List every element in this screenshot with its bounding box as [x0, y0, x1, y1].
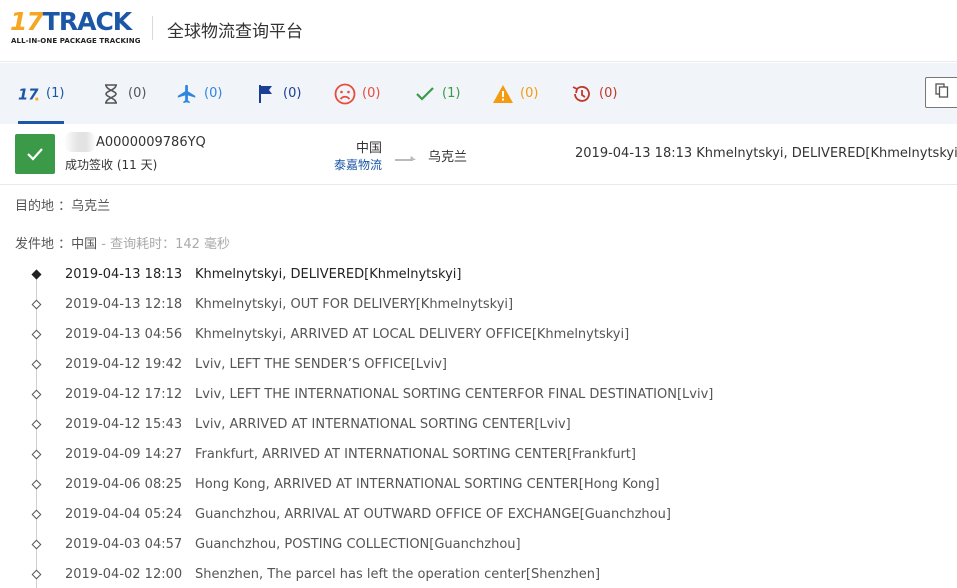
- timeline-diamond-icon: [31, 419, 42, 430]
- tab-in-transit[interactable]: (0): [176, 63, 222, 124]
- query-time: - 查询耗时：142 毫秒: [97, 237, 231, 252]
- tab-delivered[interactable]: (1): [414, 63, 460, 124]
- destination-info: 目的地 ：乌克兰: [15, 195, 110, 214]
- destination-country: 乌克兰: [428, 150, 468, 165]
- tab-not-found[interactable]: (0): [100, 63, 146, 124]
- event-description: Hong Kong, ARRIVED AT INTERNATIONAL SORT…: [195, 477, 660, 492]
- timeline-event: 2019-04-02 12:00 Shenzhen, The parcel has…: [0, 567, 957, 588]
- timeline-diamond-icon: [31, 449, 42, 460]
- delivered-status-icon: [15, 134, 55, 174]
- route-arrow-icon: [394, 148, 418, 167]
- timeline-event: 2019-04-12 19:42 Lviv, LEFT THE SENDER’S …: [0, 357, 957, 387]
- tab-undelivered[interactable]: (0): [334, 63, 380, 124]
- history-icon: [571, 83, 593, 105]
- tab-count: (0): [362, 86, 381, 101]
- timeline-event: 2019-04-09 14:27 Frankfurt, ARRIVED AT IN…: [0, 447, 957, 477]
- event-time: 2019-04-12 17:12: [65, 387, 183, 402]
- timeline-diamond-icon: [31, 389, 42, 400]
- tab-expired[interactable]: (0): [571, 63, 617, 124]
- origin-country: 中国: [356, 141, 383, 156]
- redacted-tracking-prefix: [64, 132, 96, 152]
- origin-label: 发件地 ：: [15, 237, 72, 252]
- timeline-event: 2019-04-12 15:43 Lviv, ARRIVED AT INTERNA…: [0, 417, 957, 447]
- 17track-logo[interactable]: 17TRACK ALL-IN-ONE PACKAGE TRACKING: [10, 8, 140, 48]
- tab-count: (0): [520, 86, 539, 101]
- package-status: 成功签收 (11 天): [65, 158, 158, 172]
- warning-icon: [492, 83, 514, 105]
- event-description: Shenzhen, The parcel has left the operat…: [195, 567, 601, 582]
- timeline-diamond-icon: [31, 269, 42, 280]
- copy-button[interactable]: [925, 77, 957, 108]
- event-time: 2019-04-13 18:13: [65, 267, 183, 282]
- origin-value: 中国: [71, 237, 98, 252]
- event-time: 2019-04-03 04:57: [65, 537, 183, 552]
- timeline-event: 2019-04-13 04:56 Khmelnytskyi, ARRIVED AT…: [0, 327, 957, 357]
- tab-count: (1): [442, 86, 461, 101]
- event-description: Guanchzhou, ARRIVAL AT OUTWARD OFFICE OF…: [195, 507, 671, 522]
- top-header: 17TRACK ALL-IN-ONE PACKAGE TRACKING 全球物流…: [0, 0, 957, 62]
- airplane-icon: [176, 83, 198, 105]
- timeline-diamond-icon: [31, 329, 42, 340]
- tab-alert[interactable]: (0): [492, 63, 538, 124]
- tab-all[interactable]: 17 (1): [18, 63, 65, 124]
- event-time: 2019-04-02 12:00: [65, 567, 183, 582]
- tracking-number[interactable]: A0000009786YQ: [96, 135, 206, 150]
- event-time: 2019-04-09 14:27: [65, 447, 183, 462]
- flag-icon: [255, 83, 277, 105]
- logo-17-text: 17: [10, 7, 44, 36]
- page-title: 全球物流查询平台: [167, 22, 303, 42]
- package-summary-row[interactable]: A0000009786YQ 成功签收 (11 天) 中国 泰嘉物流 乌克兰 20…: [0, 124, 957, 185]
- origin-info: 发件地 ：中国 - 查询耗时：142 毫秒: [15, 233, 230, 252]
- event-description: Frankfurt, ARRIVED AT INTERNATIONAL SORT…: [195, 447, 636, 462]
- event-time: 2019-04-12 19:42: [65, 357, 183, 372]
- logo-tagline: ALL-IN-ONE PACKAGE TRACKING: [11, 37, 141, 45]
- checkmark-icon: [27, 148, 43, 161]
- timeline-event: 2019-04-13 18:13 Khmelnytskyi, DELIVERED[…: [0, 267, 957, 297]
- timeline-diamond-icon: [31, 299, 42, 310]
- event-time: 2019-04-12 15:43: [65, 417, 183, 432]
- logo-wordmark: 17TRACK: [10, 7, 132, 36]
- 17-logo-icon: 17: [18, 83, 40, 105]
- timeline-diamond-icon: [31, 539, 42, 550]
- event-time: 2019-04-13 04:56: [65, 327, 183, 342]
- tab-count: (0): [599, 86, 618, 101]
- hourglass-icon: [100, 83, 122, 105]
- tab-pick-up[interactable]: (0): [255, 63, 301, 124]
- event-time: 2019-04-13 12:18: [65, 297, 183, 312]
- timeline-event: 2019-04-12 17:12 Lviv, LEFT THE INTERNATI…: [0, 387, 957, 417]
- event-description: Khmelnytskyi, OUT FOR DELIVERY[Khmelnyts…: [195, 297, 514, 312]
- copy-icon: [935, 83, 949, 102]
- timeline-diamond-icon: [31, 479, 42, 490]
- timeline-event: 2019-04-04 05:24 Guanchzhou, ARRIVAL AT O…: [0, 507, 957, 537]
- event-time: 2019-04-06 08:25: [65, 477, 183, 492]
- timeline-diamond-icon: [31, 509, 42, 520]
- event-description: Lviv, LEFT THE SENDER’S OFFICE[Lviv]: [195, 357, 448, 372]
- logo-track-text: TRACK: [42, 7, 132, 36]
- carrier-link[interactable]: 泰嘉物流: [334, 156, 382, 173]
- tab-count: (0): [128, 86, 147, 101]
- timeline-event: 2019-04-03 04:57 Guanchzhou, POSTING COLL…: [0, 537, 957, 567]
- event-description: Khmelnytskyi, DELIVERED[Khmelnytskyi]: [195, 267, 462, 282]
- header-divider: [152, 16, 153, 40]
- checkmark-icon: [414, 83, 436, 105]
- timeline-event: 2019-04-06 08:25 Hong Kong, ARRIVED AT IN…: [0, 477, 957, 507]
- tab-count: (1): [46, 86, 65, 101]
- timeline-diamond-icon: [31, 569, 42, 580]
- tab-count: (0): [283, 86, 302, 101]
- timeline-diamond-icon: [31, 359, 42, 370]
- event-description: Lviv, ARRIVED AT INTERNATIONAL SORTING C…: [195, 417, 571, 432]
- timeline-event: 2019-04-13 12:18 Khmelnytskyi, OUT FOR DE…: [0, 297, 957, 327]
- event-description: Khmelnytskyi, ARRIVED AT LOCAL DELIVERY …: [195, 327, 630, 342]
- tab-count: (0): [204, 86, 223, 101]
- status-tab-bar: 17 (1) (0) (0) (0) (0) (1) (0) (0): [0, 63, 957, 124]
- sad-face-icon: [334, 83, 356, 105]
- event-description: Lviv, LEFT THE INTERNATIONAL SORTING CEN…: [195, 387, 714, 402]
- destination-value: 乌克兰: [71, 199, 111, 214]
- event-description: Guanchzhou, POSTING COLLECTION[Guanchzho…: [195, 537, 521, 552]
- destination-label: 目的地 ：: [15, 199, 72, 214]
- event-time: 2019-04-04 05:24: [65, 507, 183, 522]
- latest-event: 2019-04-13 18:13 Khmelnytskyi, DELIVERED…: [575, 146, 957, 161]
